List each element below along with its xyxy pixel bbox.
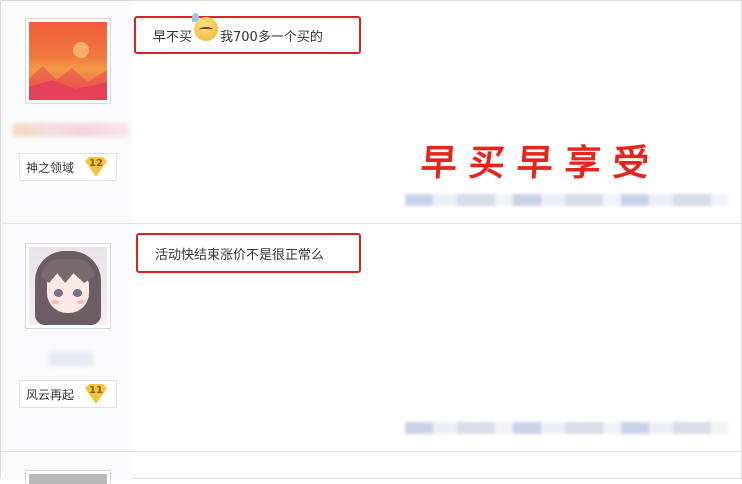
author-column: 神之领域 12 (1, 1, 133, 223)
blush-shape (77, 300, 85, 304)
level-number: 11 (89, 385, 103, 396)
highlighted-reply: 活动快结束涨价不是很正常么 (136, 233, 361, 273)
level-badge-icon: 12 (85, 157, 107, 177)
thread-panel: V 神之领域 12 早不买 (0, 0, 742, 484)
overlay-handwritten-text: 早买早享受 (419, 143, 663, 184)
blush-shape (51, 300, 59, 304)
blurred-username[interactable] (49, 352, 93, 366)
post-content: 活动快结束涨价不是很正常么 (134, 224, 741, 451)
level-badge-icon: 11 (85, 384, 107, 404)
sweat-smile-emoji-icon (192, 13, 219, 41)
reply-text: 活动快结束涨价不是很正常么 (155, 247, 325, 263)
sunset-avatar-image (29, 22, 107, 100)
blurred-username[interactable] (13, 123, 129, 137)
avatar[interactable] (25, 18, 111, 104)
post-content: 早不买 我700多一个买的 早买早享受 (134, 1, 741, 223)
level-tag[interactable]: 风云再起 11 (19, 380, 117, 408)
eye-shape (54, 289, 63, 297)
highlighted-reply: 早不买 我700多一个买的 (134, 13, 361, 54)
avatar[interactable] (25, 470, 111, 484)
level-name: 风云再起 (26, 387, 75, 402)
reply-text-before: 早不买 (153, 29, 193, 45)
level-tag[interactable]: 神之领域 12 (19, 153, 117, 181)
eye-shape (73, 289, 82, 297)
blurred-post-meta (405, 194, 729, 206)
author-column: 风云再起 11 (1, 224, 133, 451)
author-column (1, 452, 133, 484)
level-name: 神之领域 (26, 160, 75, 175)
anime-avatar-image (29, 247, 107, 325)
bangs-shape (41, 259, 95, 283)
post: 风云再起 11 活动快结束涨价不是很正常么 (1, 224, 741, 452)
blurred-post-meta (405, 422, 729, 434)
sun-shape (73, 42, 89, 58)
post: 神之领域 12 早不买 我700多一个买的 早买早享受 (1, 1, 741, 224)
avatar[interactable] (25, 243, 111, 329)
level-number: 12 (89, 158, 103, 169)
post (1, 452, 741, 484)
avatar-image (29, 474, 107, 484)
reply-text-after: 我700多一个买的 (220, 29, 323, 45)
